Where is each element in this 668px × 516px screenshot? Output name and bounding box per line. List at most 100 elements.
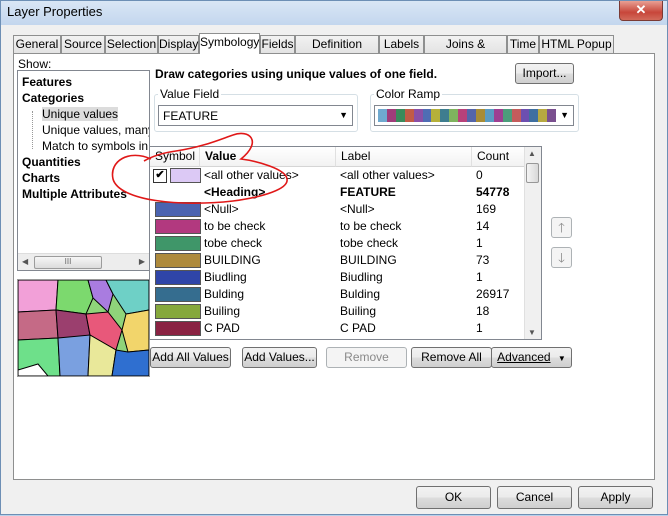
- tree-item-charts[interactable]: Charts: [22, 171, 60, 185]
- cell-count: 1: [476, 270, 483, 284]
- tab-fields[interactable]: Fields: [260, 35, 295, 53]
- ok-button[interactable]: OK: [416, 486, 491, 509]
- table-row[interactable]: <Heading> FEATURE 54778: [150, 184, 525, 201]
- symbol-swatch[interactable]: [155, 202, 201, 217]
- table-row[interactable]: <Null> <Null> 169: [150, 201, 525, 218]
- title-bar[interactable]: Layer Properties ✕: [1, 1, 667, 25]
- scroll-up-icon[interactable]: ▲: [528, 149, 536, 158]
- table-row[interactable]: C PAD C PAD 1: [150, 320, 525, 337]
- cell-label: <all other values>: [340, 168, 435, 182]
- table-scroll-thumb[interactable]: [526, 163, 539, 183]
- symbol-swatch[interactable]: [155, 287, 201, 302]
- tab-joins-relates[interactable]: Joins & Relates: [424, 35, 507, 68]
- cell-value: <Heading>: [204, 185, 266, 199]
- ramp-color-16: [520, 109, 530, 122]
- symbol-swatch[interactable]: [155, 321, 201, 336]
- tab-selection[interactable]: Selection: [105, 35, 158, 53]
- apply-button[interactable]: Apply: [578, 486, 653, 509]
- show-label: Show:: [18, 57, 52, 71]
- cell-label: Biudling: [340, 270, 383, 284]
- cell-count: 169: [476, 202, 497, 216]
- symbol-swatch[interactable]: [155, 219, 201, 234]
- chevron-down-icon: ▼: [557, 354, 566, 363]
- remove-all-button[interactable]: Remove All: [411, 347, 492, 368]
- symbol-swatch[interactable]: [155, 270, 201, 285]
- renderer-tree[interactable]: Features Categories Unique values Unique va…: [17, 70, 150, 271]
- color-ramp-select[interactable]: ▼: [374, 105, 574, 126]
- tab-time[interactable]: Time: [507, 35, 539, 53]
- ramp-color-10: [467, 109, 476, 122]
- tab-definition-query[interactable]: Definition Query: [295, 35, 379, 68]
- tree-connector: [32, 111, 34, 149]
- cancel-button[interactable]: Cancel: [497, 486, 572, 509]
- value-field-value: FEATURE: [163, 109, 219, 123]
- ramp-color-2: [395, 109, 405, 122]
- color-ramp-label: Color Ramp: [374, 87, 443, 101]
- close-button[interactable]: ✕: [619, 1, 663, 21]
- cell-value: Builing: [204, 304, 241, 318]
- tree-item-unique-values[interactable]: Unique values: [42, 107, 119, 121]
- cell-label: Bulding: [340, 287, 381, 301]
- remove-button[interactable]: Remove: [326, 347, 407, 368]
- cell-value: tobe check: [204, 236, 263, 250]
- table-row[interactable]: Biudling Biudling 1: [150, 269, 525, 286]
- advanced-button[interactable]: Advanced ▼: [491, 347, 572, 368]
- cell-label: tobe check: [340, 236, 399, 250]
- ramp-color-17: [529, 109, 539, 122]
- column-header-symbol[interactable]: Symbol: [150, 147, 200, 167]
- cell-label: <Null>: [340, 202, 375, 216]
- ramp-color-13: [493, 109, 503, 122]
- column-header-count[interactable]: Count: [472, 147, 525, 167]
- tab-display[interactable]: Display: [158, 35, 199, 53]
- table-row[interactable]: tobe check tobe check 1: [150, 235, 525, 252]
- tab-general[interactable]: General: [13, 35, 61, 53]
- cell-value: <all other values>: [204, 168, 299, 182]
- tree-item-quantities[interactable]: Quantities: [22, 155, 81, 169]
- symbol-swatch[interactable]: [155, 304, 201, 319]
- table-row[interactable]: Bulding Bulding 26917: [150, 286, 525, 303]
- tab-source[interactable]: Source: [61, 35, 105, 53]
- table-row[interactable]: to be check to be check 14: [150, 218, 525, 235]
- column-header-value[interactable]: Value: [200, 147, 336, 167]
- tab-symbology[interactable]: Symbology: [199, 33, 260, 54]
- import-button[interactable]: Import...: [515, 63, 574, 84]
- table-row[interactable]: Builing Builing 18: [150, 303, 525, 320]
- unique-values-table[interactable]: Symbol Value Label Count ✔ <all other val…: [149, 146, 542, 340]
- tree-item-unique-values-many[interactable]: Unique values, many: [42, 123, 149, 137]
- tree-item-multiple-attributes[interactable]: Multiple Attributes: [22, 187, 127, 201]
- tree-item-features[interactable]: Features: [22, 75, 72, 89]
- renderer-description: Draw categories using unique values of o…: [155, 67, 438, 81]
- symbol-swatch[interactable]: [170, 168, 201, 183]
- symbol-swatch[interactable]: [155, 236, 201, 251]
- scroll-down-icon[interactable]: ▼: [528, 328, 536, 337]
- cell-value: to be check: [204, 219, 266, 233]
- tree-item-match-to-symbols-in-a[interactable]: Match to symbols in a: [42, 139, 149, 153]
- tree-horizontal-scrollbar[interactable]: ◀ III ▶: [18, 253, 149, 270]
- ramp-color-11: [475, 109, 485, 122]
- cell-value: Biudling: [204, 270, 247, 284]
- table-vertical-scrollbar[interactable]: ▲ ▼: [524, 147, 541, 339]
- move-up-button[interactable]: 🡑: [551, 217, 572, 238]
- table-row[interactable]: ✔ <all other values> <all other values> 0: [150, 167, 525, 184]
- ramp-color-4: [413, 109, 423, 122]
- column-header-label[interactable]: Label: [336, 147, 472, 167]
- cell-label: FEATURE: [340, 185, 396, 199]
- symbol-swatch[interactable]: [155, 253, 201, 268]
- scroll-right-icon[interactable]: ▶: [139, 257, 145, 266]
- ramp-color-6: [431, 109, 441, 122]
- tree-scroll-thumb[interactable]: III: [34, 256, 102, 269]
- scroll-left-icon[interactable]: ◀: [22, 257, 28, 266]
- cell-count: 54778: [476, 185, 510, 199]
- tree-item-categories[interactable]: Categories: [22, 91, 84, 105]
- ramp-color-15: [511, 109, 521, 122]
- add-values-button[interactable]: Add Values...: [242, 347, 317, 368]
- value-field-select[interactable]: FEATURE ▼: [158, 105, 353, 126]
- ramp-color-9: [458, 109, 468, 122]
- table-row[interactable]: BUILDING BUILDING 73: [150, 252, 525, 269]
- tab-labels[interactable]: Labels: [379, 35, 424, 53]
- tab-html-popup[interactable]: HTML Popup: [539, 35, 614, 53]
- cell-value: <Null>: [204, 202, 239, 216]
- move-down-button[interactable]: 🡓: [551, 247, 572, 268]
- all-other-values-checkbox[interactable]: ✔: [153, 169, 167, 183]
- add-all-values-button[interactable]: Add All Values: [150, 347, 231, 368]
